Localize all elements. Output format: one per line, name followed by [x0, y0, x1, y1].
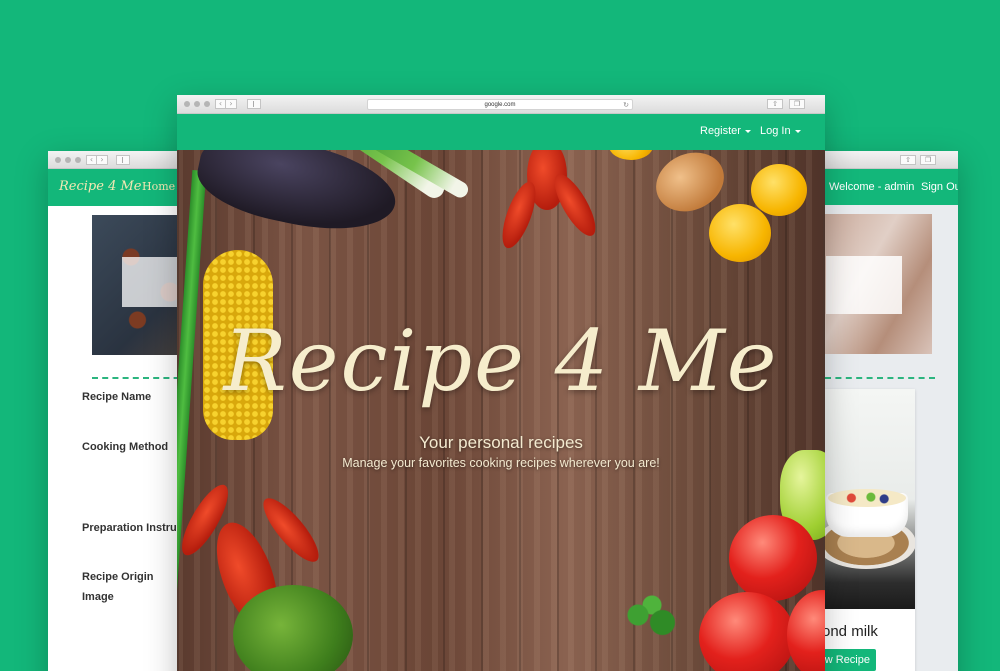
sign-out-link[interactable]: Sign Ou — [921, 181, 958, 193]
parsley-graphic — [617, 595, 687, 645]
red-tomato-graphic — [787, 590, 825, 671]
nav-home-link[interactable]: Home — [142, 180, 175, 193]
recipe-origin-label: Recipe Origin — [82, 571, 154, 583]
brand-logo[interactable]: Recipe 4 Me — [59, 179, 141, 194]
close-dot[interactable] — [55, 156, 61, 163]
caret-down-icon — [744, 129, 751, 133]
chevron-left-icon[interactable]: ‹ — [86, 154, 97, 165]
minimize-dot[interactable] — [194, 101, 200, 107]
recipe-image-preview — [822, 214, 932, 354]
history-buttons: ‹ › — [215, 99, 237, 109]
chevron-left-icon[interactable]: ‹ — [215, 99, 226, 109]
register-dropdown[interactable]: Register — [700, 125, 751, 137]
hero-tagline: Manage your favorites cooking recipes wh… — [342, 456, 660, 470]
red-tomato-graphic — [729, 515, 817, 601]
sidebar-icon[interactable] — [116, 154, 130, 165]
browser-window-main: ‹ › google.com ↻ ⇧ ❐ Register Log In Rec… — [177, 95, 825, 671]
lettuce-graphic — [233, 585, 353, 671]
image-label: Image — [82, 591, 114, 603]
recipe-name-label: Recipe Name — [82, 391, 152, 403]
window-controls — [184, 95, 210, 113]
history-buttons: ‹ › — [86, 154, 108, 165]
eggplant-graphic — [190, 150, 404, 244]
hero-title: Recipe 4 Me — [223, 312, 779, 410]
recipe-card: ond milk w Recipe — [822, 389, 915, 671]
hero-subtitle: Your personal recipes — [419, 433, 583, 452]
share-icon[interactable]: ⇧ — [900, 154, 916, 165]
tabs-icon[interactable]: ❐ — [920, 154, 936, 165]
login-label: Log In — [760, 125, 791, 137]
preparation-instructions-label: Preparation Instruc — [82, 522, 183, 534]
window-controls — [55, 151, 81, 168]
yellow-tomato-graphic — [751, 164, 807, 216]
hero-section: Recipe 4 Me Your personal recipes Manage… — [177, 150, 825, 671]
reload-icon[interactable]: ↻ — [623, 100, 629, 110]
yellow-tomato-graphic — [709, 204, 771, 262]
image-overlay — [122, 257, 182, 307]
share-icon[interactable]: ⇧ — [767, 99, 783, 109]
maximize-dot[interactable] — [204, 101, 210, 107]
close-dot[interactable] — [184, 101, 190, 107]
red-tomato-graphic — [699, 592, 795, 671]
minimize-dot[interactable] — [65, 156, 71, 163]
register-label: Register — [700, 125, 741, 137]
welcome-user-text: Welcome - admin — [829, 181, 915, 193]
chevron-right-icon[interactable]: › — [97, 154, 108, 165]
caret-down-icon — [794, 129, 801, 133]
divider — [825, 377, 935, 379]
url-text: google.com — [484, 102, 516, 108]
crayfish-graphic — [495, 150, 607, 260]
app-navbar: Register Log In — [177, 114, 825, 150]
yellow-tomato-graphic — [609, 150, 653, 160]
image-overlay — [826, 256, 902, 314]
maximize-dot[interactable] — [75, 156, 81, 163]
recipe-card-image — [822, 389, 915, 609]
recipe-card-title: ond milk — [822, 623, 878, 640]
address-bar[interactable]: google.com ↻ — [367, 99, 633, 110]
cooking-method-label: Cooking Method — [82, 441, 169, 453]
bowl-food-graphic — [828, 489, 906, 507]
chevron-right-icon[interactable]: › — [226, 99, 237, 109]
view-recipe-button[interactable]: w Recipe — [822, 649, 876, 671]
browser-toolbar: ‹ › google.com ↻ ⇧ ❐ — [177, 95, 825, 114]
tabs-icon[interactable]: ❐ — [789, 99, 805, 109]
login-dropdown[interactable]: Log In — [760, 125, 801, 137]
sidebar-icon[interactable] — [247, 99, 261, 109]
